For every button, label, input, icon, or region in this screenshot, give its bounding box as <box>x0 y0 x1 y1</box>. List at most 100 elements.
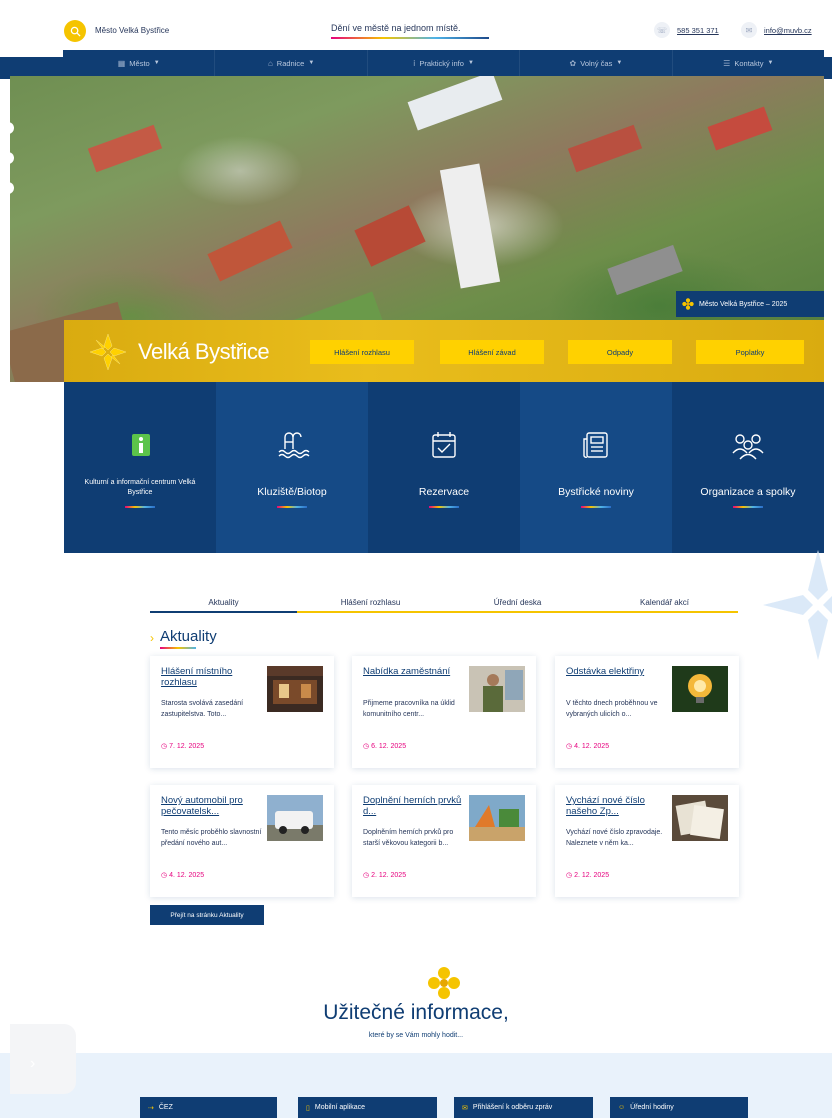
tile-underline <box>277 506 307 508</box>
quick-link-poplatky[interactable]: Poplatky <box>696 340 804 364</box>
tile-underline <box>733 506 763 508</box>
chevron-down-icon: ▼ <box>616 60 623 66</box>
decorative-star-icon <box>763 550 832 660</box>
leisure-icon: ✿ <box>569 58 577 68</box>
button-label: Mobilní aplikace <box>314 1104 366 1111</box>
news-card[interactable]: Nabídka zaměstnání Přijmeme pracovníka n… <box>352 656 536 768</box>
tab-uredni-deska[interactable]: Úřední deska <box>444 597 591 611</box>
flower-logo-icon <box>682 298 694 310</box>
section-underline <box>160 647 196 649</box>
news-card-title[interactable]: Vychází nové číslo našeho Zp... <box>566 795 668 830</box>
news-more-button[interactable]: Přejít na stránku Aktuality <box>150 905 264 925</box>
useful-button-subscribe[interactable]: ✉ Přihlášení k odběru zpráv <box>454 1097 593 1118</box>
info-icon: ⅰ <box>413 58 416 68</box>
news-card-title[interactable]: Doplnění herních prvků d... <box>363 795 465 830</box>
useful-button-office-hours[interactable]: ☺ Úřední hodiny <box>610 1097 748 1118</box>
news-card-title[interactable]: Nový automobil pro pečovatelsk... <box>161 795 263 830</box>
people-icon <box>730 427 766 468</box>
tile-label: Kulturní a informační centrum Velká Byst… <box>84 479 196 496</box>
date-text: 4. 12. 2025 <box>574 743 610 750</box>
search-icon <box>70 26 81 37</box>
tile-organizace[interactable]: Organizace a spolky <box>672 382 824 553</box>
roof-shape <box>87 124 163 173</box>
email-link[interactable]: info@muvb.cz <box>764 26 812 35</box>
town-hall-icon: ⌂ <box>267 58 273 68</box>
news-card[interactable]: Vychází nové číslo našeho Zp... Vychází … <box>555 785 739 897</box>
news-card-text: Doplněním herních prvků pro starší věkov… <box>363 829 454 847</box>
nav-item-mesto[interactable]: ▦ Město ▼ <box>63 50 216 76</box>
info-i-icon <box>122 427 158 468</box>
people-icon: ☺ <box>618 1104 626 1111</box>
tile-kluziste[interactable]: Kluziště/Biotop <box>216 382 368 553</box>
useful-subtitle: které by se Vám mohly hodit... <box>368 1032 464 1039</box>
search-button[interactable] <box>64 20 86 42</box>
pool-icon <box>274 427 310 468</box>
nav-item-radnice[interactable]: ⌂ Radnice ▼ <box>215 50 368 76</box>
news-card[interactable]: Odstávka elektřiny V těchto dnech proběh… <box>555 656 739 768</box>
news-card[interactable]: Doplnění herních prvků d... Doplněním he… <box>352 785 536 897</box>
tile-label: Organizace a spolky <box>700 486 796 498</box>
chevron-right-icon: › <box>30 1055 36 1072</box>
tab-hlaseni-rozhlasu[interactable]: Hlášení rozhlasu <box>297 597 444 611</box>
phone-link[interactable]: 585 351 371 <box>677 26 719 35</box>
news-card[interactable]: Nový automobil pro pečovatelsk... Tento … <box>150 785 334 897</box>
side-panel-toggle[interactable] <box>10 1024 76 1094</box>
news-card-text: Tento měsíc proběhlo slavnostní předání … <box>161 829 262 847</box>
news-thumbnail <box>469 666 525 712</box>
date-text: 7. 12. 2025 <box>169 743 205 750</box>
tile-bystricke-noviny[interactable]: Bystřické noviny <box>520 382 672 553</box>
roof-shape <box>607 244 683 296</box>
tile-kic[interactable]: Kulturní a informační centrum Velká Byst… <box>64 382 216 553</box>
contacts-icon: ☰ <box>723 58 731 68</box>
mail-icon: ✉ <box>741 22 757 38</box>
side-social-icon[interactable] <box>2 122 14 134</box>
logo-text[interactable]: Velká Bystřice <box>138 339 270 365</box>
tile-rezervace[interactable]: Rezervace <box>368 382 520 553</box>
slogan-underline <box>331 37 489 39</box>
news-card-title[interactable]: Odstávka elektřiny <box>566 666 668 701</box>
tab-aktuality[interactable]: Aktuality <box>150 597 297 613</box>
quick-link-odpady[interactable]: Odpady <box>568 340 672 364</box>
tile-underline <box>125 506 155 508</box>
flower-logo-icon <box>428 967 460 999</box>
chevron-down-icon: ▼ <box>308 60 315 66</box>
velka-bystrice-logo-icon[interactable] <box>88 332 128 372</box>
nav-label: Praktický info <box>419 58 464 68</box>
news-card-date: ◷ 4. 12. 2025 <box>566 743 610 750</box>
news-card-title[interactable]: Nabídka zaměstnání <box>363 666 465 701</box>
chevron-down-icon: ▼ <box>153 60 160 66</box>
news-card-date: ◷ 2. 12. 2025 <box>566 872 610 879</box>
mail-icon: ✉ <box>462 1104 468 1112</box>
news-card-date: ◷ 4. 12. 2025 <box>161 872 205 879</box>
top-bar: Město Velká Bystřice Dění ve městě na je… <box>0 0 832 50</box>
nav-item-kontakty[interactable]: ☰ Kontakty ▼ <box>673 50 824 76</box>
quick-link-hlaseni-zavad[interactable]: Hlášení závad <box>440 340 544 364</box>
tab-kalendar-akci[interactable]: Kalendář akcí <box>591 597 738 611</box>
chevron-right-icon: › <box>150 631 154 645</box>
content-tabs: Aktuality Hlášení rozhlasu Úřední deska … <box>150 597 738 613</box>
news-card-text: V těchto dnech proběhnou ve vybraných ul… <box>566 700 658 718</box>
roof-shape <box>407 76 503 131</box>
news-card-text: Vychází nové číslo zpravodaje. Naleznete… <box>566 829 663 847</box>
useful-button-cez[interactable]: ⇢ ČEZ <box>140 1097 277 1118</box>
mobile-icon: ▯ <box>306 1104 310 1112</box>
nav-label: Město <box>129 58 150 68</box>
nav-item-volny-cas[interactable]: ✿ Volný čas ▼ <box>520 50 673 76</box>
roof-shape <box>354 205 426 267</box>
side-social-icon[interactable] <box>2 182 14 194</box>
main-nav: ▦ Město ▼ ⌂ Radnice ▼ ⅰ Praktický info ▼ ✿ Voln… <box>63 50 824 76</box>
news-card[interactable]: Hlášení místního rozhlasu Starosta svolá… <box>150 656 334 768</box>
news-card-date: ◷ 6. 12. 2025 <box>363 743 407 750</box>
section-title: Aktuality <box>160 628 217 645</box>
nav-label: Radnice <box>276 58 305 68</box>
useful-button-mobile-app[interactable]: ▯ Mobilní aplikace <box>298 1097 437 1118</box>
news-card-title[interactable]: Hlášení místního rozhlasu <box>161 666 263 701</box>
news-card-date: ◷ 2. 12. 2025 <box>363 872 407 879</box>
tile-underline <box>429 506 459 508</box>
town-name[interactable]: Město Velká Bystřice <box>95 26 169 35</box>
nav-item-prakticke-info[interactable]: ⅰ Praktický info ▼ <box>368 50 521 76</box>
news-thumbnail <box>469 795 525 841</box>
quick-link-hlaseni-rozhlasu[interactable]: Hlášení rozhlasu <box>310 340 414 364</box>
side-social-icon[interactable] <box>2 152 14 164</box>
tile-label: Kluziště/Biotop <box>257 486 327 498</box>
